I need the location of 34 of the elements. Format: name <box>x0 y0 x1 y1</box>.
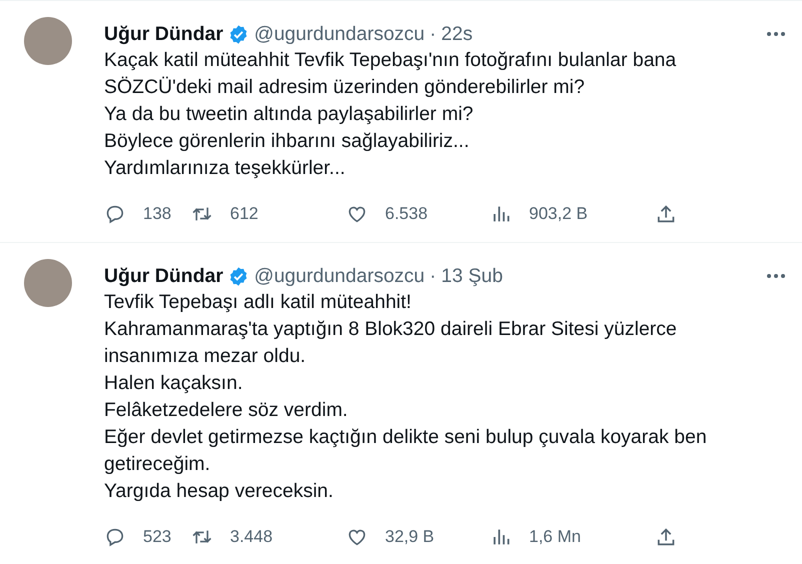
user-handle[interactable]: @ugurdundarsozcu <box>254 22 425 46</box>
view-count: 1,6 Mn <box>529 527 581 547</box>
timestamp[interactable]: 22s <box>441 22 473 46</box>
author-name[interactable]: Uğur Dündar <box>104 22 224 46</box>
tweet-text: Tevfik Tepebaşı adlı katil müteahhit! <box>104 290 412 315</box>
separator-dot: · <box>430 264 436 288</box>
retweet-count: 3.448 <box>230 527 273 547</box>
reply-count: 523 <box>143 527 172 547</box>
like-count: 6.538 <box>385 204 428 224</box>
tweet-text: Yargıda hesap vereceksin. <box>104 479 334 504</box>
avatar[interactable] <box>24 17 72 65</box>
tweet-text: Yardımlarınıza teşekkürler... <box>104 156 346 181</box>
share-icon[interactable] <box>655 203 677 225</box>
view-count: 903,2 B <box>529 204 588 224</box>
tweet-text: Kaçak katil müteahhit Tevfik Tepebaşı'nın fotoğrafını bulanlar bana SÖZCÜ'deki mail adresim üzerinden gönderebilirler mi? <box>104 48 678 100</box>
tweet-text: Ya da bu tweetin altında paylaşabilirler mi? <box>104 102 474 127</box>
timestamp[interactable]: 13 Şub <box>441 264 503 288</box>
speech-bubble-icon[interactable] <box>104 203 126 225</box>
avatar[interactable] <box>24 259 72 307</box>
user-handle[interactable]: @ugurdundarsozcu <box>254 264 425 288</box>
author-name[interactable]: Uğur Dündar <box>104 264 224 288</box>
speech-bubble-icon[interactable] <box>104 526 126 548</box>
share-icon[interactable] <box>655 526 677 548</box>
like-count: 32,9 B <box>385 527 434 547</box>
tweet-text: Böylece görenlerin ihbarını sağlayabiliriz... <box>104 129 470 154</box>
separator-dot: · <box>430 22 436 46</box>
tweet-text: Eğer devlet getirmezse kaçtığın delikte seni bulup çuvala koyarak ben getireceğim. <box>104 425 708 477</box>
more-options-icon[interactable] <box>766 273 786 279</box>
more-options-icon[interactable] <box>766 31 786 37</box>
tweet-text: Kahramanmaraş'ta yaptığın 8 Blok320 daireli Ebrar Sitesi yüzlerce insanımıza mezar oldu. <box>104 317 678 369</box>
retweet-count: 612 <box>230 204 258 224</box>
reply-count: 138 <box>143 204 172 224</box>
tweet-text: Felâketzedelere söz verdim. <box>104 398 349 423</box>
tweet-text: Halen kaçaksın. <box>104 371 244 396</box>
